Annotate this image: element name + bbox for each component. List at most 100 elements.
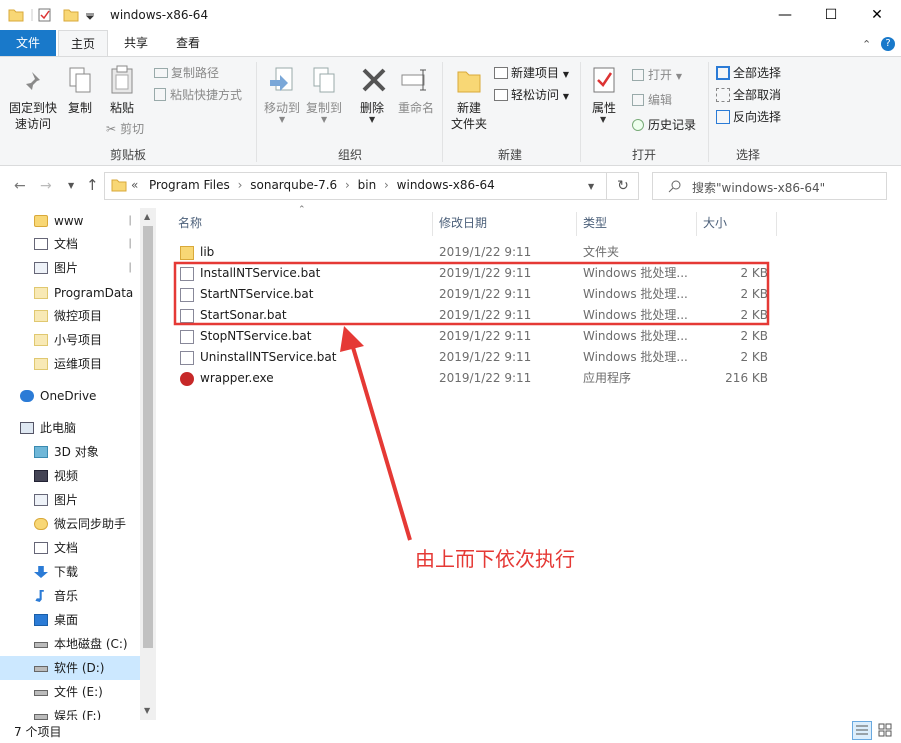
maximize-button[interactable]: ☐ bbox=[808, 0, 854, 30]
history-button[interactable]: 历史记录 bbox=[632, 117, 696, 133]
tab-view[interactable]: 查看 bbox=[164, 30, 212, 56]
scroll-down-icon[interactable]: ▼ bbox=[144, 706, 150, 715]
folder-icon bbox=[34, 334, 48, 346]
breadcrumb-item[interactable]: bin bbox=[358, 178, 377, 192]
details-view-icon[interactable] bbox=[852, 721, 872, 740]
copy-to-dropdown-icon[interactable]: ▼ bbox=[321, 115, 327, 124]
cut-button[interactable]: ✂ 剪切 bbox=[106, 121, 144, 137]
close-button[interactable]: ✕ bbox=[854, 0, 900, 30]
nav-item[interactable]: 下载 bbox=[0, 560, 140, 584]
move-to-dropdown-icon[interactable]: ▼ bbox=[279, 115, 285, 124]
nav-item[interactable]: 音乐 bbox=[0, 584, 140, 608]
properties-icon[interactable] bbox=[38, 8, 51, 22]
rename-icon bbox=[401, 69, 426, 91]
new-item-button[interactable]: 新建项目 ▼ bbox=[494, 65, 569, 83]
copy-path-button[interactable]: 复制路径 bbox=[154, 65, 219, 81]
table-row[interactable]: InstallNTService.bat 2019/1/22 9:11 Window… bbox=[172, 263, 772, 284]
tab-share[interactable]: 共享 bbox=[112, 30, 160, 56]
nav-item-label: 3D 对象 bbox=[54, 445, 99, 459]
overflow-chevron[interactable]: « bbox=[131, 178, 138, 192]
nav-item[interactable]: 小号项目 bbox=[0, 328, 140, 352]
column-divider[interactable] bbox=[776, 212, 777, 236]
chevron-right-icon[interactable]: › bbox=[384, 178, 389, 192]
edit-button[interactable]: 编辑 bbox=[632, 92, 672, 108]
pin-quick-access-button[interactable]: 固定到快 速访问 bbox=[4, 100, 62, 132]
nav-item[interactable]: www ❘ bbox=[0, 209, 140, 233]
invert-selection-button[interactable]: 反向选择 bbox=[716, 109, 781, 125]
rename-button[interactable]: 重命名 bbox=[396, 100, 436, 116]
minimize-button[interactable]: — bbox=[762, 0, 808, 30]
column-header-name[interactable]: 名称 bbox=[178, 212, 202, 234]
select-none-button[interactable]: 全部取消 bbox=[716, 87, 781, 103]
new-folder-button[interactable]: 新建 文件夹 bbox=[448, 100, 490, 132]
copy-button[interactable]: 复制 bbox=[64, 100, 96, 116]
new-folder-icon bbox=[457, 71, 481, 93]
breadcrumb-item[interactable]: Program Files bbox=[149, 178, 230, 192]
large-icons-view-icon[interactable] bbox=[876, 721, 896, 740]
scroll-up-icon[interactable]: ▲ bbox=[144, 212, 150, 221]
recent-locations-icon[interactable]: ▼ bbox=[68, 181, 74, 190]
nav-item[interactable]: 此电脑 bbox=[0, 416, 140, 440]
nav-item-label: www bbox=[54, 214, 84, 228]
file-type: Windows 批处理... bbox=[583, 329, 688, 343]
column-divider[interactable] bbox=[432, 212, 433, 236]
copy-to-button[interactable]: 复制到 bbox=[304, 100, 344, 116]
nav-item[interactable]: 本地磁盘 (C:) bbox=[0, 632, 140, 656]
collapse-ribbon-icon[interactable]: ⌃ bbox=[862, 38, 871, 51]
help-icon[interactable]: ? bbox=[881, 37, 895, 51]
history-icon bbox=[632, 119, 644, 131]
paste-button[interactable]: 粘贴 bbox=[106, 100, 138, 116]
pin-icon[interactable]: ❘ bbox=[126, 256, 134, 280]
properties-button[interactable]: 属性 bbox=[588, 100, 620, 116]
pin-icon[interactable]: ❘ bbox=[126, 209, 134, 233]
delete-dropdown-icon[interactable]: ▼ bbox=[369, 115, 375, 124]
nav-item[interactable]: ProgramData bbox=[0, 281, 140, 305]
nav-item[interactable]: 图片 ❘ bbox=[0, 256, 140, 280]
nav-item[interactable]: OneDrive bbox=[0, 384, 140, 408]
column-header-type[interactable]: 类型 bbox=[583, 212, 607, 234]
nav-item[interactable]: 运维项目 bbox=[0, 352, 140, 376]
address-dropdown-icon[interactable]: ▼ bbox=[588, 182, 594, 191]
refresh-icon[interactable]: ↻ bbox=[606, 172, 639, 200]
nav-item[interactable]: 文档 ❘ bbox=[0, 232, 140, 256]
nav-item[interactable]: 视频 bbox=[0, 464, 140, 488]
paste-shortcut-button[interactable]: 粘贴快捷方式 bbox=[154, 87, 242, 103]
table-row[interactable]: lib 2019/1/22 9:11 文件夹 bbox=[172, 242, 772, 263]
column-header-size[interactable]: 大小 bbox=[703, 212, 727, 234]
pin-icon[interactable]: ❘ bbox=[126, 232, 134, 256]
column-header-date[interactable]: 修改日期 bbox=[439, 212, 487, 234]
table-row[interactable]: UninstallNTService.bat 2019/1/22 9:11 Wind… bbox=[172, 347, 772, 368]
chevron-right-icon[interactable]: › bbox=[238, 178, 243, 192]
chevron-right-icon[interactable]: › bbox=[345, 178, 350, 192]
nav-item[interactable]: 软件 (D:) bbox=[0, 656, 140, 680]
nav-item[interactable]: 微云同步助手 bbox=[0, 512, 140, 536]
breadcrumb-item[interactable]: sonarqube-7.6 bbox=[250, 178, 337, 192]
table-row[interactable]: StartNTService.bat 2019/1/22 9:11 Windows … bbox=[172, 284, 772, 305]
nav-item[interactable]: 文档 bbox=[0, 536, 140, 560]
table-row[interactable]: StartSonar.bat 2019/1/22 9:11 Windows 批处理.… bbox=[172, 305, 772, 326]
customize-dropdown-icon[interactable] bbox=[85, 13, 95, 20]
table-row[interactable]: wrapper.exe 2019/1/22 9:11 应用程序 216 KB bbox=[172, 368, 772, 389]
open-button[interactable]: 打开 ▼ bbox=[632, 67, 682, 85]
properties-dropdown-icon[interactable]: ▼ bbox=[600, 115, 606, 124]
nav-item[interactable]: 3D 对象 bbox=[0, 440, 140, 464]
move-to-button[interactable]: 移动到 bbox=[262, 100, 302, 116]
delete-button[interactable]: 删除 bbox=[356, 100, 388, 116]
easy-access-button[interactable]: 轻松访问 ▼ bbox=[494, 87, 569, 105]
tab-file[interactable]: 文件 bbox=[0, 30, 56, 56]
table-row[interactable]: StopNTService.bat 2019/1/22 9:11 Windows 批… bbox=[172, 326, 772, 347]
forward-arrow-icon[interactable]: → bbox=[40, 178, 52, 194]
select-all-button[interactable]: 全部选择 bbox=[716, 65, 781, 81]
back-arrow-icon[interactable]: ← bbox=[14, 178, 26, 194]
column-divider[interactable] bbox=[696, 212, 697, 236]
nav-item[interactable]: 图片 bbox=[0, 488, 140, 512]
new-folder-icon[interactable] bbox=[63, 9, 79, 22]
nav-scrollbar-thumb[interactable] bbox=[143, 226, 153, 648]
breadcrumb-item[interactable]: windows-x86-64 bbox=[397, 178, 495, 192]
nav-item[interactable]: 文件 (E:) bbox=[0, 680, 140, 704]
nav-item[interactable]: 微控项目 bbox=[0, 304, 140, 328]
column-divider[interactable] bbox=[576, 212, 577, 236]
nav-item[interactable]: 桌面 bbox=[0, 608, 140, 632]
tab-home[interactable]: 主页 bbox=[58, 30, 108, 57]
up-arrow-icon[interactable]: ↑ bbox=[86, 176, 99, 194]
